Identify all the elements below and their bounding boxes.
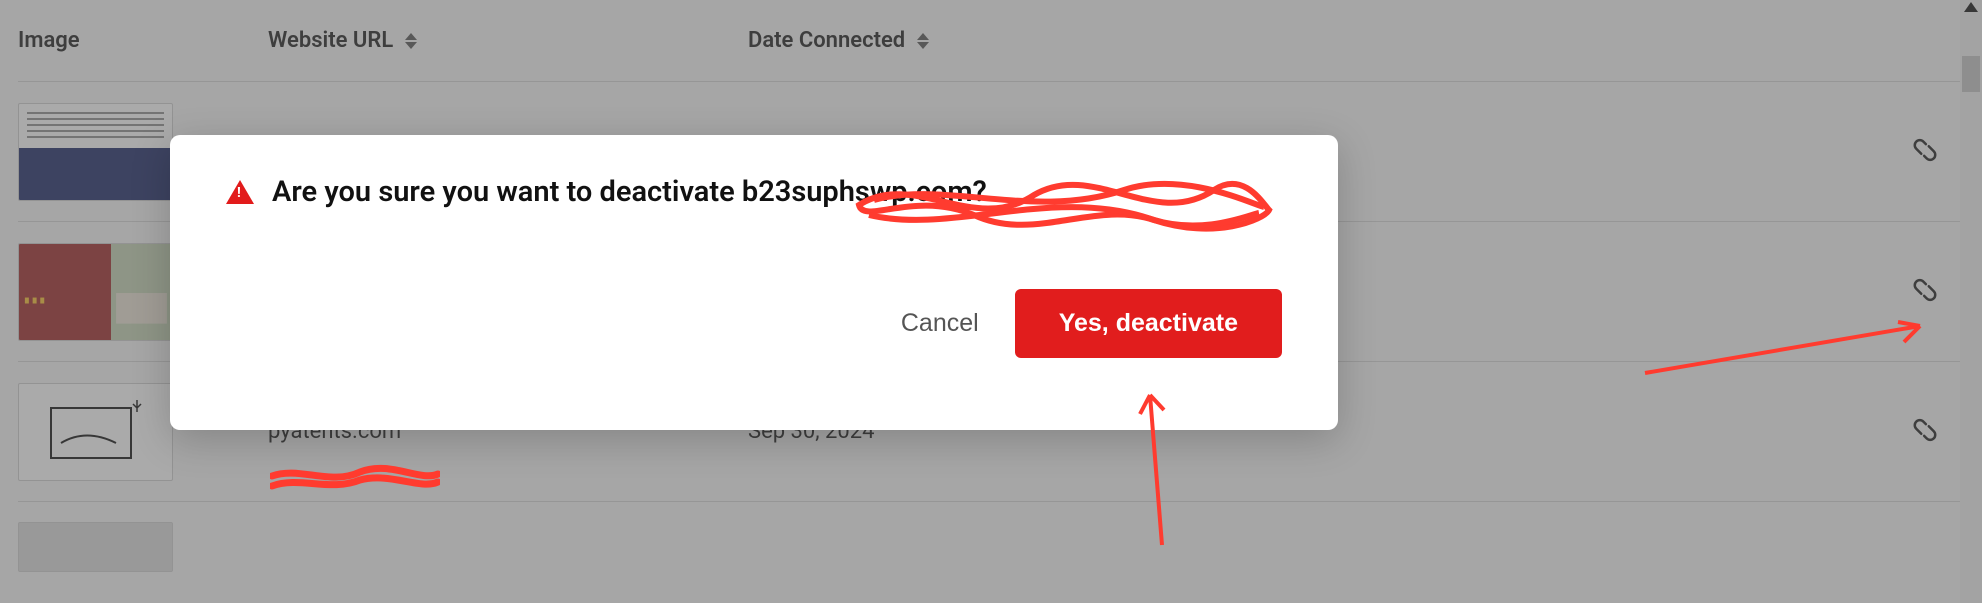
confirm-deactivate-button[interactable]: Yes, deactivate bbox=[1015, 289, 1282, 358]
deactivate-confirmation-dialog: Are you sure you want to deactivate b23s… bbox=[170, 135, 1338, 430]
dialog-title: Are you sure you want to deactivate b23s… bbox=[272, 175, 987, 209]
cancel-button[interactable]: Cancel bbox=[901, 309, 979, 338]
warning-icon bbox=[226, 180, 254, 204]
